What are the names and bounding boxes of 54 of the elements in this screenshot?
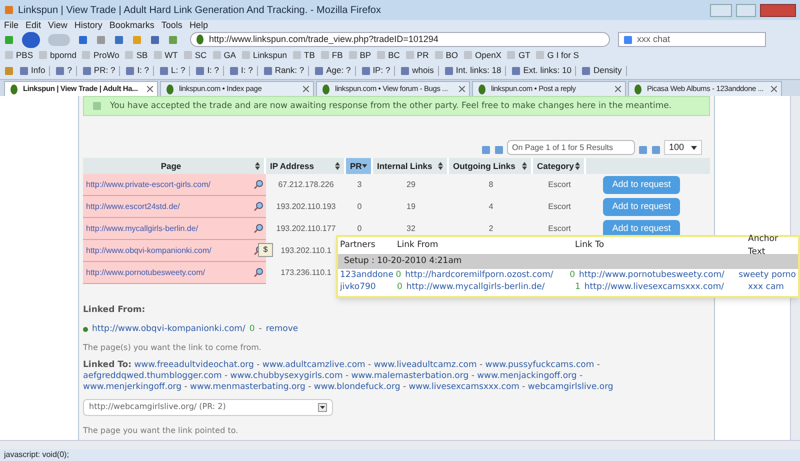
table-cell: 193.202.110.193 (276, 201, 336, 213)
notice-text: You have accepted the trade and are now awaiting response from the other party. Feel free to make changes here in the meantime. (110, 100, 672, 112)
anchor-text: sweety porno (738, 269, 796, 282)
table-cell: 193.202.110.177 (276, 223, 336, 235)
anchor-text: xxx cam (748, 281, 785, 294)
page-cell: http://www.escort24std.de/ (83, 196, 266, 218)
separator: - (522, 382, 526, 392)
count: 0 (249, 322, 255, 336)
popup-header: Link From (397, 239, 440, 252)
separator: - (184, 382, 188, 392)
separator: - (580, 370, 583, 380)
count: 0 (396, 269, 402, 282)
separator: - (258, 322, 262, 336)
table-cell-text: 32 (406, 223, 416, 235)
separator: - (345, 370, 349, 380)
separator: - (368, 360, 372, 370)
table-cell-text: 4 (488, 201, 494, 213)
table-cell: 67.212.178.226 (278, 179, 334, 191)
separator: - (256, 360, 260, 370)
hint-text: The page(s) you want the link to come from. (83, 342, 262, 354)
page-cell: http://www.private-escort-girls.com/ (83, 174, 266, 196)
table-cell-text: 0 (356, 223, 363, 235)
table-cell-text: 3 (356, 179, 363, 191)
separator: - (308, 382, 312, 392)
popup-header: Partners (340, 239, 376, 252)
table-cell-text: 29 (406, 179, 416, 191)
status-text: javascript: void(0); (4, 449, 69, 461)
separator: - (224, 370, 228, 380)
table-cell-text: 19 (406, 201, 416, 213)
table-cell-text: Escort (547, 179, 572, 191)
table-cell-text: Escort (547, 223, 572, 235)
hint-text: The page you want the link pointed to. (83, 424, 240, 436)
linked-to-text: Linked To: www.freeadultvideochat.org - www.adultcamzlive.com - www.liveadultcamz.com - www.pussyfuckcams.com - aefgreddqwed.thumblogger.com - www.chubbysexygirls.com - www.malemasterbation.org - www.menjackingoff.org - www.menjerkingoff.org - www.menmasterbating.org - www.blondefuck.org - www.livesexcamsxxx.com - webcamgirlslive.org (83, 360, 614, 392)
popup-header: Link To (575, 239, 606, 252)
tooltip-icon: $ (258, 243, 273, 257)
separator: - (479, 360, 483, 370)
separator: - (402, 382, 406, 392)
table-cell: 193.202.110.1 (280, 245, 332, 257)
separator: - (471, 370, 474, 380)
table-cell-text: 0 (356, 201, 363, 213)
count: 1 (575, 281, 580, 294)
table-cell-text: 8 (488, 179, 494, 191)
table-cell-text: 2 (488, 223, 494, 235)
section-heading: Linked From: (83, 304, 146, 317)
page-cell: http://www.pornotubesweety.com/ (83, 262, 266, 284)
pager-status: On Page 1 of 1 for 5 Results (507, 140, 635, 155)
count: 0 (397, 281, 402, 294)
table-cell-text: Escort (547, 201, 572, 213)
window-title: Linkspun | View Trade | Adult Hard Link Generation And Tracking. - Mozilla Firefox (18, 4, 382, 18)
setup-row: Setup : 10-20-2010 4:21am (338, 254, 798, 269)
separator: - (596, 360, 600, 370)
count: 0 (570, 269, 575, 282)
table-cell: 173.236.110.1 (280, 267, 332, 279)
page-cell: http://www.mycallgirls-berlin.de/ (83, 218, 266, 240)
